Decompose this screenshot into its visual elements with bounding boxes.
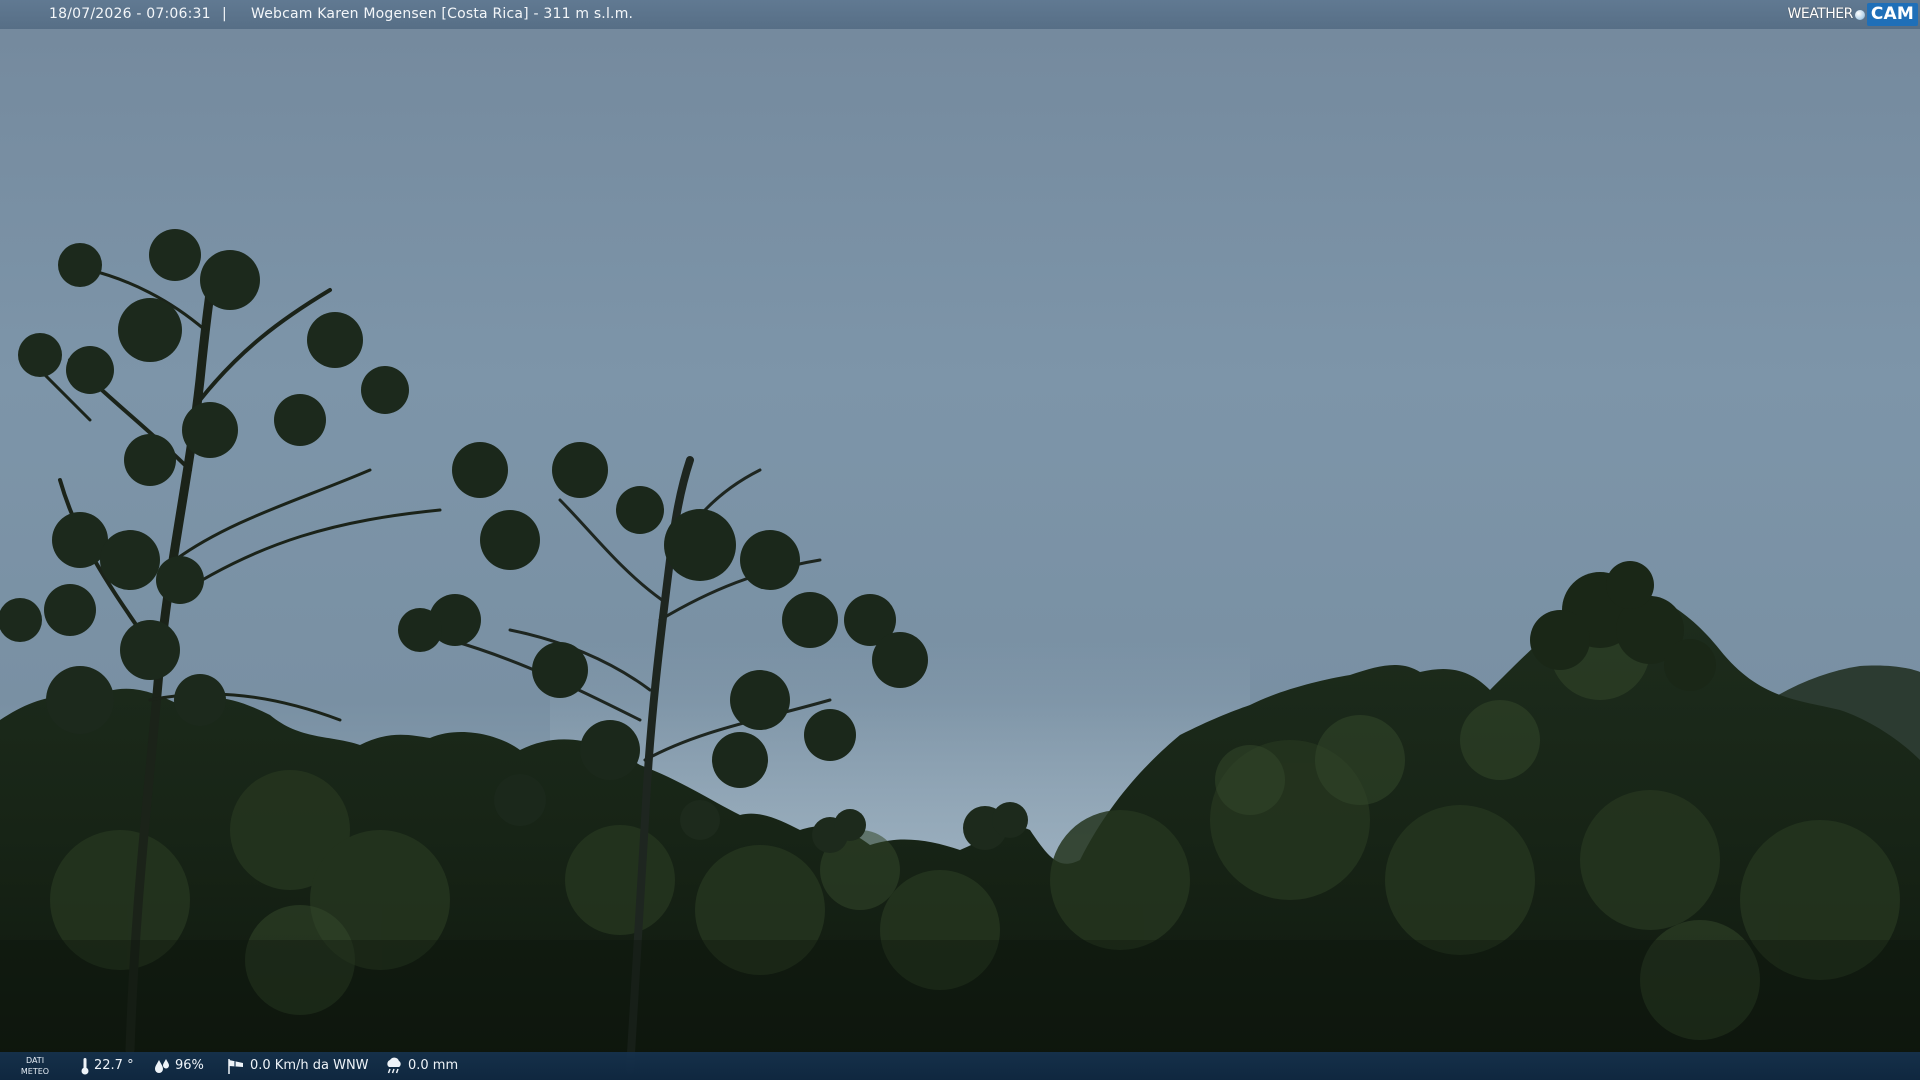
caption-separator: | [222,6,227,22]
logo-dot-icon [1854,9,1865,20]
caption-bar: 18/07/2026 - 07:06:31 | Webcam Karen Mog… [0,0,1920,29]
wind-value: 0.0 Km/h da WNW [250,1058,369,1073]
logo-cam-text: CAM [1866,3,1918,26]
logo-weather-text: WEATHER [1787,6,1854,22]
rain-value: 0.0 mm [408,1058,459,1073]
weather-badge-line1: DATI [25,1056,45,1065]
webcam-frame: 18/07/2026 - 07:06:31 | Webcam Karen Mog… [0,0,1920,1080]
weather-badge: DATI METEO [18,1055,52,1077]
webcam-image [0,0,1920,1080]
humidity-drops-icon [155,1059,169,1073]
temperature-value: 22.7 ° [94,1058,134,1073]
webcam-caption: Webcam Karen Mogensen [Costa Rica] - 311… [251,6,634,22]
wind-sock-icon [228,1059,243,1074]
weather-badge-line2: METEO [20,1067,50,1076]
humidity-reading: 96% [153,1052,204,1080]
temperature-reading: 22.7 ° [80,1052,134,1080]
thermometer-icon [81,1058,89,1075]
weathercam-logo: WEATHER CAM [1787,2,1918,27]
rain-cloud-icon [387,1057,401,1074]
weather-data-bar: DATI METEO 22.7 ° 96% 0.0 Km/h da WNW 0.… [0,1052,1920,1080]
timestamp: 18/07/2026 - 07:06:31 [49,6,211,22]
rain-reading: 0.0 mm [384,1052,458,1080]
wind-reading: 0.0 Km/h da WNW [226,1052,369,1080]
humidity-value: 96% [175,1058,204,1073]
